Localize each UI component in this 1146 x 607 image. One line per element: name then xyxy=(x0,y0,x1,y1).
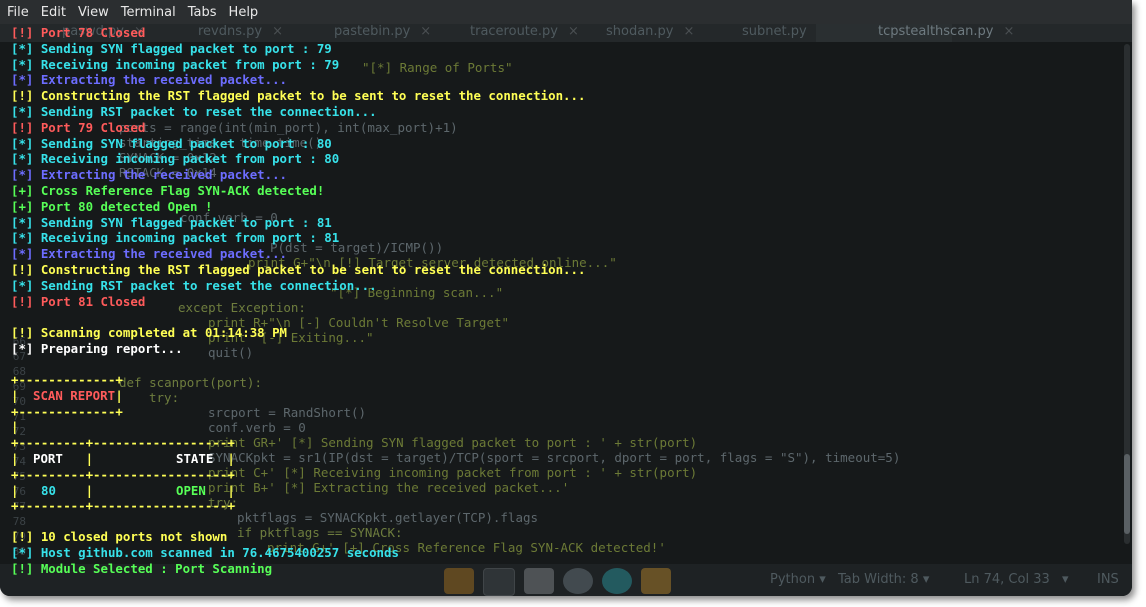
terminal-line: [!] Port 79 Closed xyxy=(11,119,146,135)
menu-edit[interactable]: Edit xyxy=(35,5,72,20)
menu-view[interactable]: View xyxy=(72,5,115,20)
terminal-line: [*] Sending RST packet to reset the conn… xyxy=(11,104,377,119)
table-border: +-------------+ xyxy=(11,372,123,387)
terminal-line: [*] Extracting the received packet... xyxy=(11,246,288,262)
table-cell-state: OPEN xyxy=(176,482,206,498)
terminal-line: [*] Receiving incoming packet from port … xyxy=(11,230,340,246)
column-header-state: STATE xyxy=(176,451,214,466)
table-border: +---------+------------------+ xyxy=(11,466,235,482)
menu-terminal[interactable]: Terminal xyxy=(115,5,182,20)
terminal-line: [!] Module Selected : Port Scanning xyxy=(11,560,273,576)
terminal-line: [+] Cross Reference Flag SYN-ACK detecte… xyxy=(11,183,325,198)
menu-file[interactable]: File xyxy=(0,5,35,20)
table-border: | xyxy=(11,419,19,435)
terminal-line: [*] Sending SYN flagged packet to port :… xyxy=(11,135,332,151)
terminal-line: [*] Extracting the received packet... xyxy=(11,72,288,88)
terminal-line: [*] Preparing report... xyxy=(11,341,183,356)
table-cell-port: 80 xyxy=(41,482,56,498)
terminal-line: [*] Sending RST packet to reset the conn… xyxy=(11,277,377,293)
terminal-line: [*] Sending SYN flagged packet to port :… xyxy=(11,214,332,230)
menu-bar: File Edit View Terminal Tabs Help xyxy=(0,0,1132,24)
terminal-line: [!] Constructing the RST flagged packet … xyxy=(11,262,586,277)
table-border: +-------------+ xyxy=(11,403,123,419)
table-border: +---------+------------------+ xyxy=(11,435,235,451)
terminal-window: File Edit View Terminal Tabs Help paswd.… xyxy=(0,0,1132,596)
terminal-line: [*] Receiving incoming packet from port … xyxy=(11,151,340,167)
scan-report-table: +-------------+ | | SCAN REPORT +-------… xyxy=(11,372,281,514)
terminal-line: [+] Port 80 detected Open ! xyxy=(11,198,213,214)
terminal-line: [*] Host github.com scanned in 76.467540… xyxy=(11,544,399,560)
terminal-line: [*] Sending SYN flagged packet to port :… xyxy=(11,40,332,56)
table-border: +---------+------------------+ xyxy=(11,498,235,514)
menu-tabs[interactable]: Tabs xyxy=(182,5,223,20)
terminal-line: [!] Constructing the RST flagged packet … xyxy=(11,88,586,104)
terminal-line: [!] Port 78 Closed xyxy=(11,25,146,40)
column-header-port: PORT xyxy=(33,451,63,466)
menu-help[interactable]: Help xyxy=(223,5,265,20)
terminal-line: [!] Port 81 Closed xyxy=(11,293,146,309)
terminal-line: [*] Receiving incoming packet from port … xyxy=(11,56,340,72)
terminal-line: [!] 10 closed ports not shown xyxy=(11,529,228,544)
terminal-line: [*] Extracting the received packet... xyxy=(11,167,288,183)
terminal-line: [!] Scanning completed at 01:14:38 PM xyxy=(11,325,288,341)
report-title: SCAN REPORT xyxy=(33,387,116,403)
